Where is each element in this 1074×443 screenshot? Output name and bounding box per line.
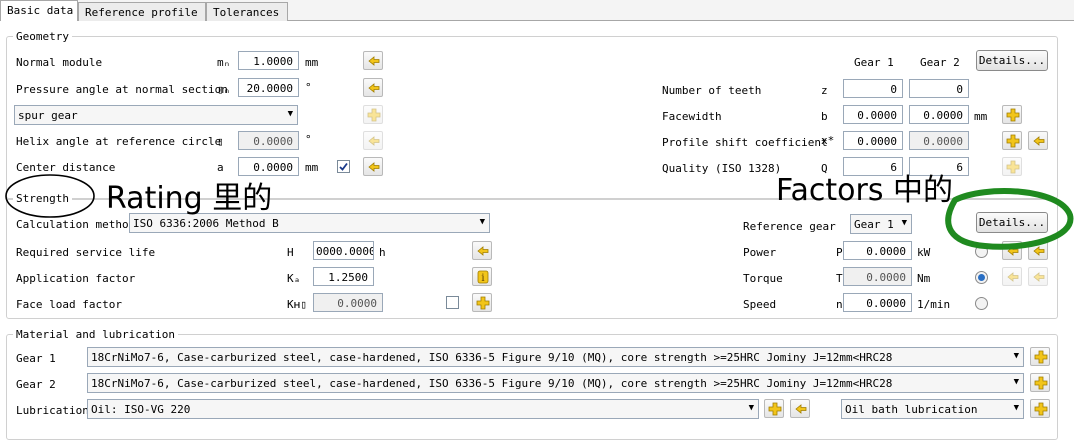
strength-circle-annotation (5, 174, 95, 218)
factors-annotation-text: Factors 中的 (776, 173, 953, 208)
details-circle-annotation (945, 188, 1074, 250)
annotation-overlay (5, 174, 1074, 250)
rating-annotation-text: Rating 里的 (106, 181, 273, 216)
